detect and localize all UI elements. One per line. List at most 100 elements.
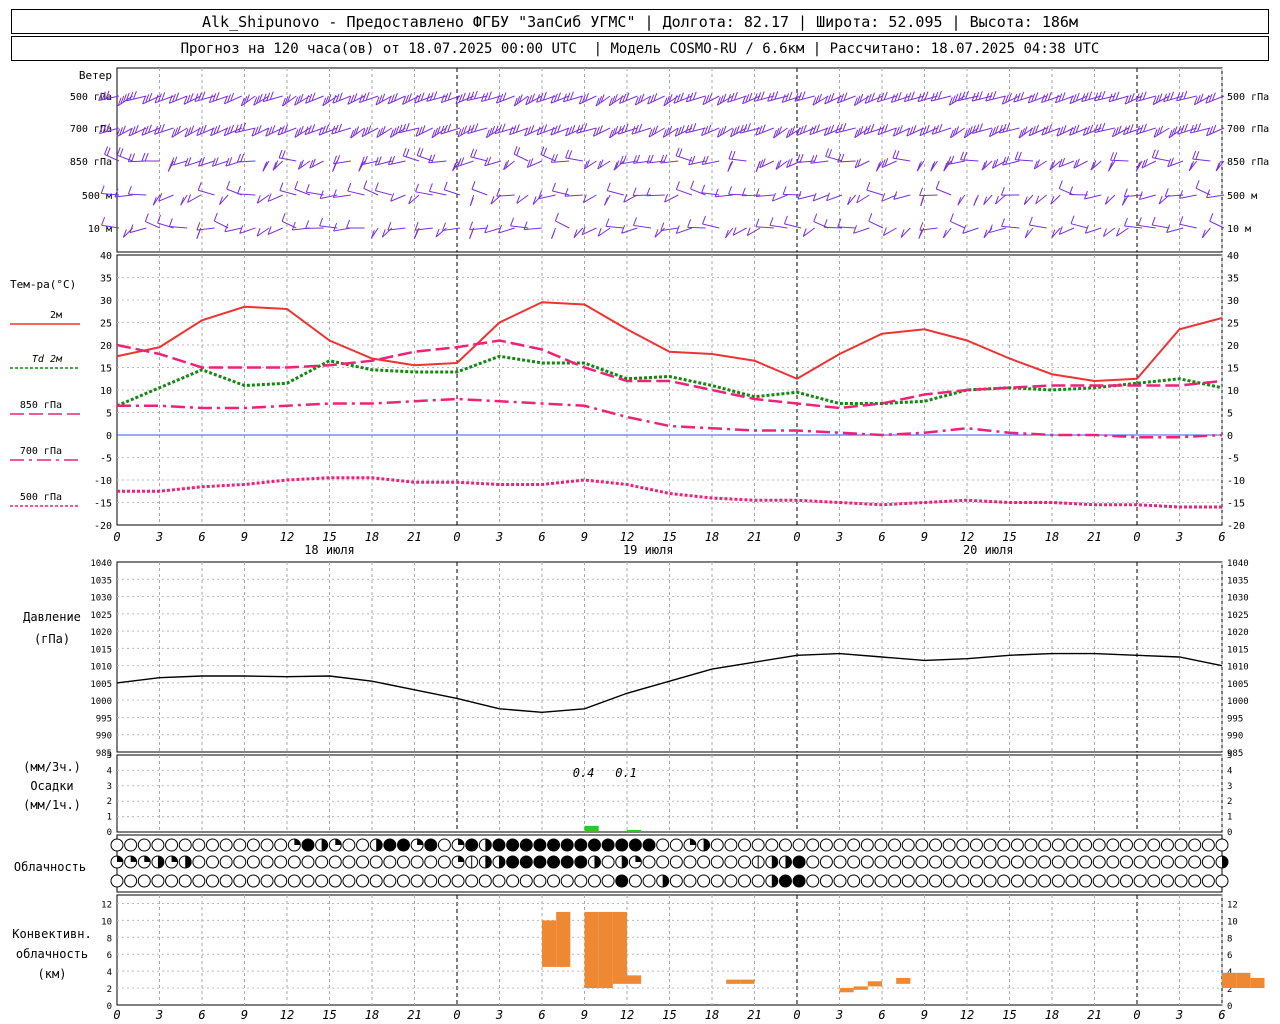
wind-barb-feather xyxy=(935,180,940,190)
wind-barb-feather xyxy=(473,149,478,158)
wind-barb-feather xyxy=(769,217,774,226)
wind-barb-feather xyxy=(391,155,396,165)
cloud-symbol xyxy=(697,855,711,869)
time-tick-mid: 0 xyxy=(1133,530,1140,544)
wind-barb-feather xyxy=(104,146,109,155)
wind-barb-feather xyxy=(1001,218,1006,227)
cloud-symbol xyxy=(465,838,479,852)
wind-barb-feather xyxy=(197,182,202,191)
cloud-symbol xyxy=(424,838,438,852)
cloud-symbol xyxy=(724,838,738,852)
conv-title: Конвективн. xyxy=(12,927,91,941)
cloud-symbol xyxy=(192,855,206,869)
wind-barb-feather xyxy=(510,217,515,227)
cloud-symbol xyxy=(642,855,656,869)
time-tick-bottom: 12 xyxy=(620,1008,634,1022)
wind-barb xyxy=(1179,223,1197,229)
conv-ytick-right: 0 xyxy=(1227,1002,1232,1012)
wind-barb xyxy=(1094,127,1115,134)
wind-barb-feather xyxy=(336,155,341,164)
cloud-symbol xyxy=(110,838,124,852)
cloud-symbol xyxy=(901,855,915,869)
wind-level-right: 10 м xyxy=(1227,224,1251,235)
wind-barb-feather xyxy=(1101,90,1106,100)
wind-barb-feather xyxy=(1094,124,1099,133)
wind-barb xyxy=(725,227,734,239)
cloud-symbol xyxy=(1079,874,1093,888)
cloud-symbol xyxy=(301,838,315,852)
wind-barb xyxy=(1070,223,1088,229)
cloud-symbol xyxy=(642,874,656,888)
convective-bar xyxy=(839,988,854,993)
cloud-symbol xyxy=(396,855,410,869)
wind-barb-feather xyxy=(813,213,818,222)
cloud-symbol xyxy=(205,874,219,888)
time-tick-mid: 6 xyxy=(538,530,545,544)
cloud-symbol xyxy=(533,855,547,869)
time-tick-mid: 0 xyxy=(113,530,120,544)
time-tick-mid: 15 xyxy=(1002,530,1016,544)
wind-barb-feather xyxy=(685,124,690,134)
wind-barb xyxy=(1139,194,1156,201)
wind-barb-feather xyxy=(1192,150,1197,160)
cloud-symbol xyxy=(1160,838,1174,852)
cloud-symbol xyxy=(519,838,533,852)
cloud-symbol xyxy=(778,838,792,852)
temp-ytick-right: -20 xyxy=(1227,521,1245,532)
cloud-symbol xyxy=(874,874,888,888)
cloud-symbol xyxy=(901,838,915,852)
cloud-symbol xyxy=(1010,874,1024,888)
cloud-symbol xyxy=(178,838,192,852)
wind-barb xyxy=(675,155,693,162)
wind-barb-feather xyxy=(516,147,521,156)
wind-barb-feather xyxy=(1070,215,1075,224)
cloud-symbol xyxy=(478,855,492,869)
cloud-symbol xyxy=(328,874,342,888)
wind-barb-feather xyxy=(1195,180,1200,189)
wind-barb xyxy=(279,190,297,196)
cloud-symbol xyxy=(724,874,738,888)
time-tick-bottom: 3 xyxy=(155,1008,163,1022)
time-tick-bottom: 18 xyxy=(705,1008,719,1022)
precip-label: 0.1 xyxy=(615,766,637,780)
wind-barb-feather xyxy=(469,221,474,230)
pres-ytick-right: 1030 xyxy=(1227,594,1249,604)
pres-ytick-left: 1035 xyxy=(90,576,112,586)
wind-barb-feather xyxy=(919,187,924,196)
cloud-symbol xyxy=(315,874,329,888)
wind-barb-feather xyxy=(523,221,528,230)
cloud-symbol xyxy=(792,874,806,888)
wind-barb-feather xyxy=(636,154,641,164)
cloud-symbol xyxy=(969,838,983,852)
date-label: 19 июля xyxy=(623,543,674,557)
cloud-symbol xyxy=(983,874,997,888)
cloud-symbol xyxy=(1079,855,1093,869)
cloud-symbol xyxy=(969,874,983,888)
wind-barb-feather xyxy=(823,219,828,228)
wind-barb-feather xyxy=(471,181,476,190)
cloud-symbol xyxy=(151,838,165,852)
temp-ytick-left: 35 xyxy=(100,274,112,285)
wind-barb xyxy=(470,156,488,162)
wind-barb xyxy=(1085,227,1102,234)
wind-barb xyxy=(1001,225,1020,229)
wind-barb-feather xyxy=(950,155,955,165)
wind-barb xyxy=(239,227,256,234)
wind-barb-feather xyxy=(213,212,218,222)
time-tick-mid: 21 xyxy=(1087,530,1101,544)
time-tick-bottom: 15 xyxy=(322,1008,336,1022)
cloud-symbol xyxy=(260,874,274,888)
cloud-symbol xyxy=(1106,874,1120,888)
wind-barb xyxy=(690,188,706,196)
cloud-symbol xyxy=(587,855,601,869)
cloud-symbol xyxy=(683,874,697,888)
wind-barb-feather xyxy=(663,154,668,163)
wind-barb xyxy=(1166,227,1184,234)
wind-barb-feather xyxy=(1137,217,1142,226)
pres-ytick-left: 1040 xyxy=(90,559,112,569)
time-tick-bottom: 12 xyxy=(280,1008,294,1022)
cloud-symbol xyxy=(315,855,329,869)
cloud-symbol xyxy=(124,838,138,852)
cloud-symbol xyxy=(697,874,711,888)
cloud-symbol xyxy=(969,855,983,869)
